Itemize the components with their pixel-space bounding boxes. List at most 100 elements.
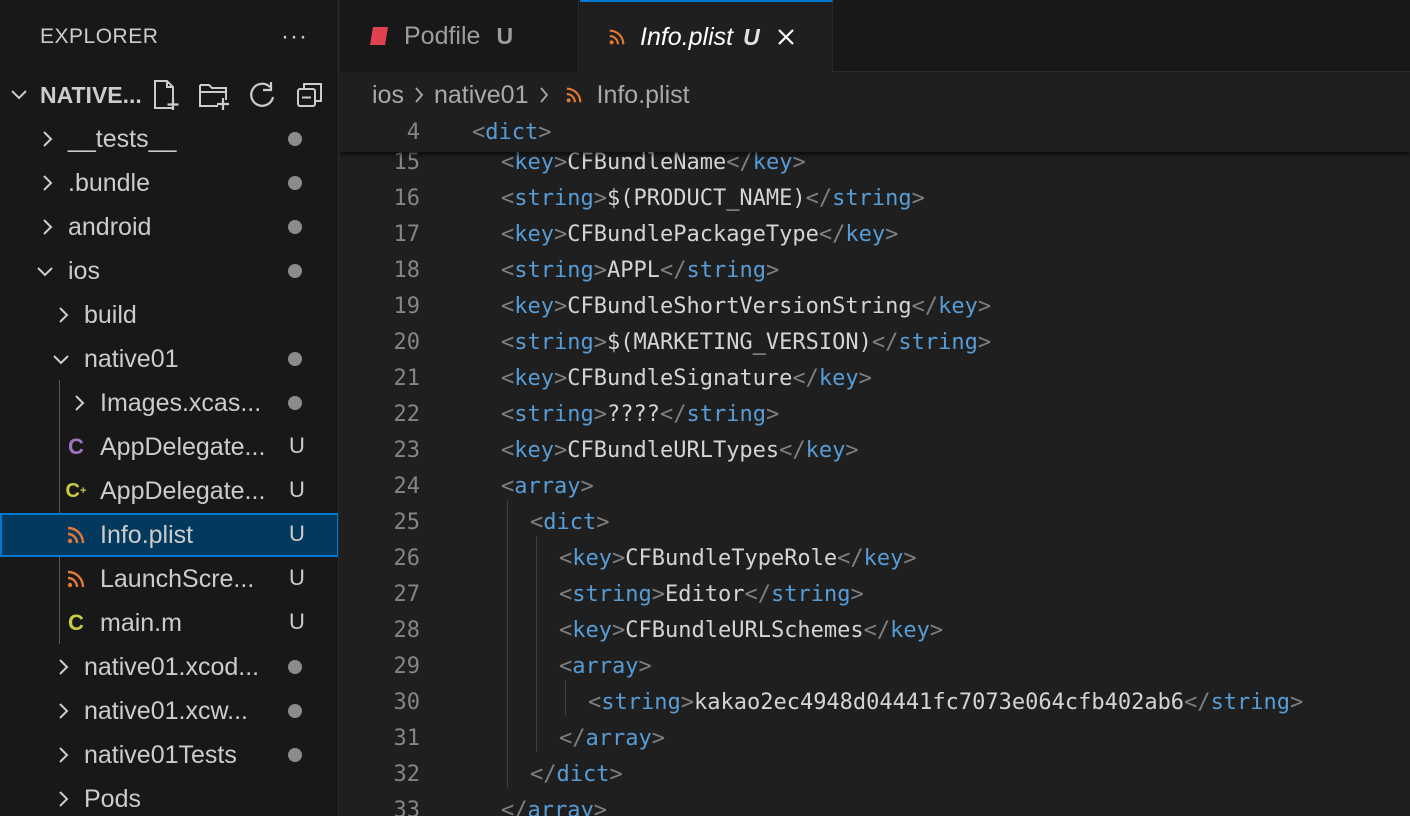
refresh-icon[interactable] [246,78,278,112]
modified-dot [288,352,302,366]
line-number: 19 [393,294,421,319]
objcpp-file-icon: C + [65,479,87,502]
breadcrumb-item[interactable]: native01 [434,81,529,110]
tree-item-bundle[interactable]: .bundle [0,161,338,205]
code-text: <key>CFBundleName</key> [501,150,806,175]
tree-item-images-xcassets[interactable]: Images.xcas... [0,381,338,425]
chevron-right-icon [43,175,53,191]
tree-item-tests[interactable]: __tests__ [0,117,338,161]
explorer-sidebar: EXPLORER ··· NATIVE... __tests__ .bundle… [0,0,339,816]
tab-label: Podfile [404,21,481,50]
code-line[interactable]: 27 <string>Editor</string> [340,578,1410,614]
explorer-header: EXPLORER ··· [0,0,338,74]
code-line[interactable]: 22 <string>????</string> [340,398,1410,434]
line-number: 25 [393,510,421,535]
close-icon[interactable] [774,25,798,49]
code-text: <key>CFBundleURLTypes</key> [501,438,859,463]
chevron-right-icon [412,85,426,105]
code-line[interactable]: 23 <key>CFBundleURLTypes</key> [340,434,1410,470]
tree-item-appdelegate-h[interactable]: C AppDelegate... U [0,425,338,469]
tree-item-main-m[interactable]: C main.m U [0,601,338,645]
code-text: <string>$(PRODUCT_NAME)</string> [501,186,925,211]
chevron-right-icon [43,131,53,147]
code-line[interactable]: 32 </dict> [340,758,1410,794]
editor-area: Podfile U Info.plist U ios native01 Info… [340,0,1410,816]
tree-item-build[interactable]: build [0,293,338,337]
line-number: 29 [393,654,421,679]
code-text: <key>CFBundleSignature</key> [501,366,872,391]
tab-podfile[interactable]: Podfile U [340,0,579,72]
tree-item-label: LaunchScre... [100,565,255,593]
code-text: <key>CFBundlePackageType</key> [501,222,899,247]
modified-dot [288,176,302,190]
explorer-actions [150,78,326,112]
untracked-badge: U [289,433,305,458]
tree-item-xcworkspace[interactable]: native01.xcw... [0,689,338,733]
explorer-title: EXPLORER [40,25,159,48]
code-line[interactable]: 24 <array> [340,470,1410,506]
tab-untracked-badge: U [743,23,760,50]
line-number: 30 [393,690,421,715]
code-line[interactable]: 18 <string>APPL</string> [340,254,1410,290]
tree-item-launchscreen[interactable]: LaunchScre... U [0,557,338,601]
tree-item-ios[interactable]: ios [0,249,338,293]
code-line[interactable]: 19 <key>CFBundleShortVersionString</key> [340,290,1410,326]
chevron-right-icon [75,395,85,411]
chevron-right-icon [59,791,69,807]
code-text: <string>kakao2ec4948d04441fc7073e064cfb4… [588,690,1304,715]
editor-tabs: Podfile U Info.plist U [340,0,1410,72]
line-number: 20 [393,330,421,355]
code-line[interactable]: 21 <key>CFBundleSignature</key> [340,362,1410,398]
modified-dot [288,220,302,234]
workspace-section-header[interactable]: NATIVE... [0,74,338,116]
line-number: 17 [393,222,421,247]
modified-dot [288,264,302,278]
tree-item-label: native01Tests [84,741,237,769]
modified-dot [288,704,302,718]
indent-guide [536,536,537,752]
code-line[interactable]: 26 <key>CFBundleTypeRole</key> [340,542,1410,578]
workspace-title: NATIVE... [40,82,142,108]
objc-file-icon: C [68,434,84,459]
tree-item-label: native01 [84,345,179,373]
new-folder-icon[interactable] [198,78,230,112]
chevron-right-icon [59,703,69,719]
tree-item-android[interactable]: android [0,205,338,249]
sticky-scroll-line[interactable]: 4 <dict> [340,118,1410,152]
code-line[interactable]: 28 <key>CFBundleURLSchemes</key> [340,614,1410,650]
tree-item-native01tests[interactable]: native01Tests [0,733,338,777]
tree-item-native01[interactable]: native01 [0,337,338,381]
code-line[interactable]: 20 <string>$(MARKETING_VERSION)</string> [340,326,1410,362]
breadcrumb-item[interactable]: ios [372,81,404,110]
modified-dot [288,748,302,762]
line-number: 16 [393,186,421,211]
tree-item-pods[interactable]: Pods [0,777,338,816]
code-line[interactable]: 29 <array> [340,650,1410,686]
collapse-all-icon[interactable] [294,78,326,112]
plist-rss-icon [608,28,626,46]
code-line[interactable]: 31 </array> [340,722,1410,758]
tree-item-xcodeproj[interactable]: native01.xcod... [0,645,338,689]
modified-dot [288,660,302,674]
new-file-icon[interactable] [150,78,182,112]
code-line[interactable]: 33 </array> [340,794,1410,816]
code-line[interactable]: 30 <string>kakao2ec4948d04441fc7073e064cf… [340,686,1410,722]
tree-item-info-plist[interactable]: Info.plist U [0,513,338,557]
code-text: <array> [559,654,652,679]
ellipsis-icon[interactable]: ··· [281,23,308,51]
tree-item-label: build [84,301,137,329]
untracked-badge: U [289,565,305,590]
objc-file-icon: C [68,610,84,635]
chevron-right-icon [59,747,69,763]
tab-info-plist[interactable]: Info.plist U [580,0,833,72]
tree-item-label: native01.xcod... [84,653,260,681]
tree-item-appdelegate-mm[interactable]: C + AppDelegate... U [0,469,338,513]
code-line[interactable]: 16 <string>$(PRODUCT_NAME)</string> [340,182,1410,218]
code-line[interactable]: 25 <dict> [340,506,1410,542]
breadcrumb-item[interactable]: Info.plist [597,81,690,110]
code-editor[interactable]: 15 <key>CFBundleName</key> 16 <string>$(PRO… [340,118,1410,816]
code-line[interactable]: 17 <key>CFBundlePackageType</key> [340,218,1410,254]
plist-rss-icon [565,86,583,104]
line-number: 18 [393,258,421,283]
tree-item-label: Pods [84,785,141,813]
